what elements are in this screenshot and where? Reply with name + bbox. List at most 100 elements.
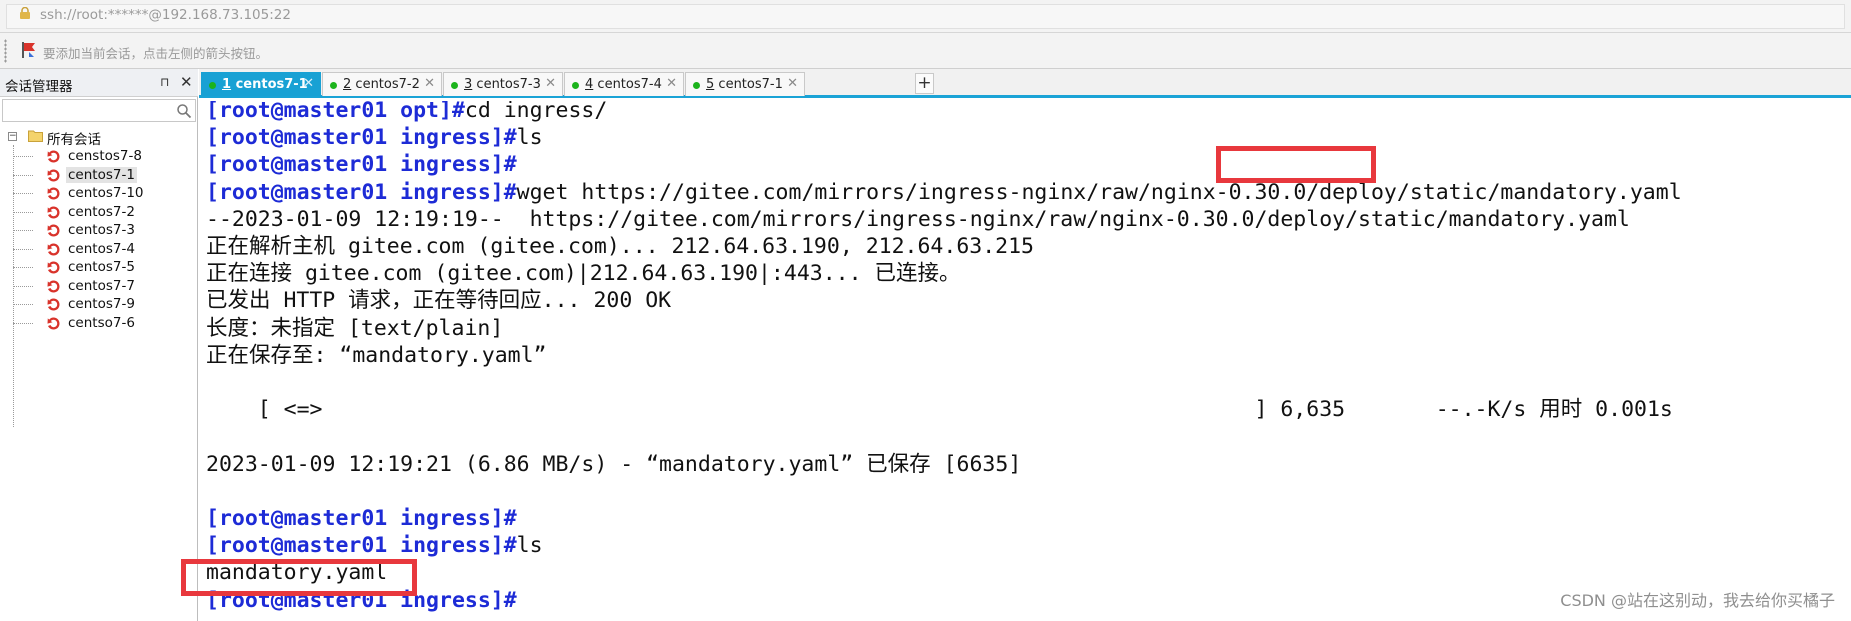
shell-command: ls — [516, 533, 543, 559]
tree-connector — [13, 156, 33, 157]
session-icon — [47, 317, 60, 329]
shell-prompt: [root@master01 opt]# — [206, 101, 465, 123]
tab-title: centos7-1 — [718, 77, 783, 92]
tab-title: centos7-2 — [355, 77, 420, 92]
tree-connector — [13, 211, 33, 213]
tab-2[interactable]: 2 centos7-2 ✕ — [322, 72, 442, 96]
tab-5[interactable]: 5 centos7-1 ✕ — [685, 72, 805, 96]
address-bar: ssh://root:******@192.168.73.105:22 — [0, 0, 1851, 33]
tab-label: 5 centos7-1 — [706, 77, 783, 92]
tab-close-icon[interactable]: ✕ — [303, 76, 314, 91]
terminal-line: [ <=> ] 6,635 --.-K/s 用时 0.001s — [206, 396, 1673, 423]
session-label: centos7-3 — [68, 222, 135, 238]
session-icon — [47, 243, 60, 255]
session-label: centos7-10 — [68, 185, 144, 201]
terminal-line: --2023-01-09 12:19:19-- https://gitee.co… — [206, 206, 1630, 233]
tree-root-label: 所有会话 — [47, 132, 101, 148]
pin-icon[interactable]: ⊓ — [160, 75, 169, 89]
tab-4[interactable]: 4 centos7-4 ✕ — [564, 72, 684, 96]
tab-label: 4 centos7-4 — [585, 77, 662, 92]
folder-icon — [28, 130, 43, 142]
session-label: centso7-6 — [68, 314, 135, 331]
session-icon — [47, 150, 60, 163]
session-item[interactable]: centos7-4 — [13, 240, 193, 259]
shell-prompt: [root@master01 ingress]# — [206, 506, 517, 531]
tab-label: 3 centos7-3 — [464, 77, 541, 92]
tree-connector — [13, 174, 33, 176]
collapse-toggle[interactable]: − — [8, 132, 17, 141]
terminal-line: 正在连接 gitee.com (gitee.com)|212.64.63.190… — [206, 260, 961, 287]
session-item[interactable]: centos7-5 — [13, 258, 193, 277]
tab-1[interactable]: 1 centos7-1 ✕ — [201, 72, 321, 96]
toolbar-grip[interactable] — [4, 39, 7, 63]
tree-root-all-sessions[interactable]: − 所有会话 — [4, 127, 194, 148]
terminal-line: [root@master01 opt]#cd ingress/ — [206, 101, 607, 124]
terminal-line: [root@master01 ingress]# — [206, 151, 517, 178]
session-item[interactable]: centos7-3 — [13, 221, 193, 240]
address-text[interactable]: ssh://root:******@192.168.73.105:22 — [40, 7, 291, 23]
session-icon — [47, 169, 60, 181]
session-icon — [47, 280, 60, 292]
session-item[interactable]: centos7-10 — [13, 184, 193, 203]
session-item[interactable]: centos7-7 — [13, 277, 193, 296]
session-item[interactable]: centos7-2 — [13, 203, 193, 222]
tree-connector — [13, 267, 33, 268]
tab-title: centos7-3 — [476, 77, 541, 92]
tree-connector — [13, 285, 33, 287]
session-label: centos7-9 — [68, 296, 135, 312]
session-icon — [47, 261, 60, 274]
tree-connector — [13, 304, 33, 305]
session-icon — [47, 206, 60, 218]
terminal-output[interactable]: [root@master01 opt]#cd ingress/[root@mas… — [199, 101, 1851, 621]
session-label: centos7-2 — [68, 203, 135, 220]
connected-status-dot — [693, 82, 700, 89]
hint-text: 要添加当前会话，点击左侧的箭头按钮。 — [43, 46, 269, 61]
session-icon — [47, 224, 60, 237]
shell-prompt: [root@master01 ingress]# — [206, 179, 517, 205]
shell-output: 正在解析主机 gitee.com (gitee.com)... 212.64.6… — [206, 234, 1034, 259]
session-icon — [47, 298, 60, 311]
hint-bar: 要添加当前会话，点击左侧的箭头按钮。 — [0, 33, 1851, 69]
shell-prompt: [root@master01 ingress]# — [206, 533, 517, 559]
session-item[interactable]: centos7-1 — [13, 166, 193, 185]
session-label: centos7-1 — [66, 166, 137, 183]
lock-icon — [20, 7, 30, 19]
tab-close-icon[interactable]: ✕ — [787, 76, 798, 91]
tab-label: 1 centos7-1 — [222, 77, 308, 92]
session-item[interactable]: censtos7-8 — [13, 147, 193, 166]
connected-status-dot — [451, 82, 458, 89]
connected-status-dot — [209, 82, 216, 89]
session-search-input[interactable] — [2, 99, 196, 122]
search-icon[interactable] — [176, 103, 192, 119]
session-label: centos7-4 — [68, 240, 135, 257]
tab-title: centos7-4 — [597, 77, 662, 92]
terminal-line: 2023-01-09 12:19:21 (6.86 MB/s) - “manda… — [206, 451, 1021, 478]
tab-close-icon[interactable]: ✕ — [424, 76, 435, 91]
session-item[interactable]: centos7-9 — [13, 295, 193, 314]
add-session-arrow-icon[interactable] — [20, 41, 38, 59]
tab-3[interactable]: 3 centos7-3 ✕ — [443, 72, 563, 96]
session-label: censtos7-8 — [68, 148, 142, 164]
tab-close-icon[interactable]: ✕ — [666, 76, 677, 91]
tab-close-icon[interactable]: ✕ — [545, 76, 556, 91]
shell-output: 2023-01-09 12:19:21 (6.86 MB/s) - “manda… — [206, 451, 1022, 477]
panel-close-icon[interactable]: ✕ — [180, 73, 193, 91]
tab-number: 5 — [706, 77, 715, 92]
tab-number: 4 — [585, 77, 594, 92]
tab-number: 1 — [222, 77, 232, 92]
terminal-line: 已发出 HTTP 请求，正在等待回应... 200 OK — [206, 287, 671, 314]
shell-command: wget https://gitee.com/mirrors/ingress-n… — [516, 179, 1682, 205]
version-highlight-box — [1216, 146, 1376, 183]
new-tab-button[interactable]: + — [915, 73, 934, 94]
session-panel-header: 会话管理器 ⊓ ✕ — [0, 69, 198, 97]
shell-output: 正在保存至: “mandatory.yaml” — [206, 342, 547, 368]
terminal-line: 正在保存至: “mandatory.yaml” — [206, 342, 547, 369]
session-manager-panel: 会话管理器 ⊓ ✕ − 所有会话 censtos7-8 centos7-1 cent… — [0, 69, 198, 621]
terminal-line: [root@master01 ingress]# — [206, 505, 517, 532]
shell-command: cd ingress/ — [464, 101, 608, 123]
shell-output: --2023-01-09 12:19:19-- https://gitee.co… — [206, 206, 1630, 232]
tab-label: 2 centos7-2 — [343, 77, 420, 92]
session-item[interactable]: centso7-6 — [13, 314, 193, 333]
watermark: CSDN @站在这别动，我去给你买橘子 — [1560, 591, 1835, 610]
connected-status-dot — [330, 82, 337, 89]
